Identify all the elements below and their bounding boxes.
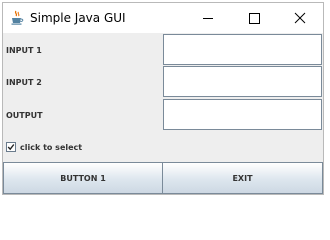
exit-button[interactable]: EXIT [162,162,323,194]
close-button[interactable] [277,3,323,33]
app-window: Simple Java GUI INPUT 1 INPUT 2 OUTPUT c… [2,2,324,195]
maximize-icon [249,13,260,24]
output-label: OUTPUT [6,111,43,120]
select-checkbox-row[interactable]: click to select [6,141,82,153]
java-cup-icon [9,10,25,26]
minimize-icon [203,18,213,19]
title-bar[interactable]: Simple Java GUI [3,3,323,33]
button1-button[interactable]: BUTTON 1 [3,162,163,194]
close-icon [294,12,306,24]
maximize-button[interactable] [231,3,277,33]
checkmark-icon [7,144,15,151]
content-pane: INPUT 1 INPUT 2 OUTPUT click to select B… [3,33,323,194]
input1-field[interactable] [163,34,322,65]
window-title: Simple Java GUI [30,11,126,25]
input2-field[interactable] [163,66,322,97]
input1-label: INPUT 1 [6,46,42,55]
output-field[interactable] [163,99,322,130]
minimize-button[interactable] [185,3,231,33]
checkbox-label: click to select [20,142,83,152]
select-checkbox[interactable] [6,142,16,152]
input2-label: INPUT 2 [6,78,42,87]
